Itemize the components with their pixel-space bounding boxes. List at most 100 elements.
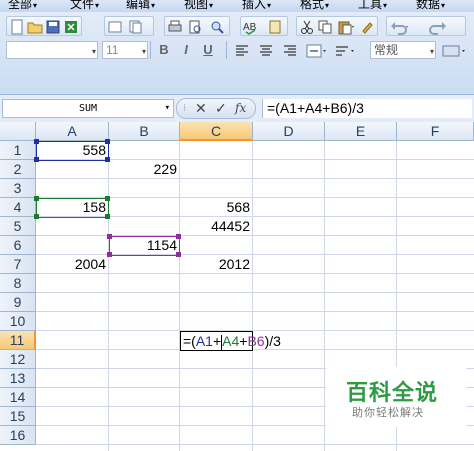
gridline-horizontal (36, 292, 474, 293)
menu-insert-label: 插入 (242, 0, 267, 11)
menu-file[interactable]: 文件▾ (70, 0, 99, 11)
name-box[interactable]: SUM ▾ (2, 99, 174, 118)
align-right-icon[interactable] (282, 43, 298, 59)
row-header-14[interactable]: 14 (0, 388, 36, 407)
formula-ref-a4: A4 (222, 333, 240, 349)
row-header-5[interactable]: 5 (0, 217, 36, 236)
row-header-16[interactable]: 16 (0, 426, 36, 445)
cell-c11-editor[interactable]: =(A1+A4+B6)/3 (180, 331, 281, 351)
mail-icon[interactable] (107, 19, 123, 35)
column-header-c[interactable]: C (180, 122, 253, 141)
menu-tools[interactable]: 工具▾ (358, 0, 387, 11)
formula-input[interactable]: =(A1+A4+B6)/3 (262, 99, 472, 118)
row-header-4[interactable]: 4 (0, 198, 36, 217)
underline-button[interactable]: U (198, 40, 218, 60)
find-icon[interactable] (209, 19, 225, 35)
insert-function-button[interactable]: fx (235, 100, 246, 117)
new-document-icon[interactable] (9, 19, 25, 35)
align-center-icon[interactable] (258, 43, 274, 59)
cell-b2[interactable]: 229 (109, 160, 180, 179)
copy-icon[interactable] (317, 19, 333, 35)
gridline-vertical (252, 141, 253, 451)
menu-file-label: 文件 (70, 0, 95, 11)
cell-c7[interactable]: 2012 (180, 255, 253, 274)
menu-format[interactable]: 格式▾ (300, 0, 329, 11)
cell-a1[interactable]: 558 (36, 141, 109, 160)
gridline-horizontal (36, 444, 474, 445)
menu-view[interactable]: 视图▾ (184, 0, 213, 11)
open-folder-icon[interactable] (27, 19, 43, 35)
gridline-vertical (324, 141, 325, 451)
column-header-a[interactable]: A (36, 122, 109, 141)
row-header-13[interactable]: 13 (0, 369, 36, 388)
cell-c5[interactable]: 44452 (180, 217, 253, 236)
standard-toolbar: AB (0, 14, 474, 40)
svg-text:AB: AB (243, 22, 257, 33)
mail-print-group (104, 16, 154, 36)
column-header-b[interactable]: B (109, 122, 180, 141)
cell-a4[interactable]: 158 (36, 198, 109, 217)
row-header-11[interactable]: 11 (0, 331, 36, 350)
menu-data[interactable]: 数据▾ (416, 0, 445, 11)
row-header-8[interactable]: 8 (0, 274, 36, 293)
currency-format-icon[interactable] (442, 43, 468, 59)
chevron-down-icon: ▾ (383, 1, 388, 10)
row-header-10[interactable]: 10 (0, 312, 36, 331)
row-header-15[interactable]: 15 (0, 407, 36, 426)
menu-format-label: 格式 (300, 0, 325, 11)
spelling-check-icon[interactable]: AB (243, 19, 263, 35)
cancel-formula-button[interactable]: ✕ (195, 100, 207, 117)
toolbar-separator (226, 41, 227, 59)
research-icon[interactable] (267, 19, 283, 35)
row-header-9[interactable]: 9 (0, 293, 36, 312)
row-header-2[interactable]: 2 (0, 160, 36, 179)
formula-ref-b6: B6 (247, 333, 265, 349)
select-all-corner[interactable] (0, 122, 36, 141)
font-name-combo[interactable]: ▾ (6, 41, 98, 59)
align-left-icon[interactable] (234, 43, 250, 59)
number-format-combo[interactable]: 常规 ▾ (370, 41, 436, 59)
cell-c4[interactable]: 568 (180, 198, 253, 217)
cell-b6[interactable]: 1154 (109, 236, 180, 255)
name-box-value: SUM (78, 103, 98, 114)
save-icon[interactable] (45, 19, 61, 35)
chevron-down-icon: ▾ (267, 1, 272, 10)
undo-icon[interactable] (389, 19, 411, 35)
row-header-12[interactable]: 12 (0, 350, 36, 369)
wrap-text-icon[interactable] (334, 43, 356, 59)
print-preview-icon[interactable] (187, 19, 203, 35)
chevron-down-icon: ▾ (141, 47, 146, 56)
watermark-logo: 百科全说 助你轻松解决 (326, 367, 466, 427)
enter-formula-button[interactable]: ✓ (215, 100, 227, 117)
row-header-1[interactable]: 1 (0, 141, 36, 160)
column-header-e[interactable]: E (325, 122, 397, 141)
excel-icon[interactable] (63, 19, 79, 35)
chevron-down-icon: ▾ (209, 1, 214, 10)
row-header-7[interactable]: 7 (0, 255, 36, 274)
menu-all[interactable]: 全部▾ (8, 0, 37, 11)
format-painter-icon[interactable] (359, 19, 375, 35)
merge-center-icon[interactable] (306, 43, 328, 59)
menu-edit[interactable]: 编辑▾ (126, 0, 155, 11)
bold-button[interactable]: B (154, 40, 174, 60)
cut-icon[interactable] (299, 19, 315, 35)
redo-icon[interactable] (427, 19, 449, 35)
formula-bar: SUM ▾ ⁝ ✕ ✓ fx =(A1+A4+B6)/3 (0, 94, 474, 124)
menu-insert[interactable]: 插入▾ (242, 0, 271, 11)
copy-doc-icon[interactable] (127, 19, 143, 35)
print-icon[interactable] (167, 19, 183, 35)
font-size-combo[interactable]: 11 ▾ (102, 41, 148, 59)
paste-icon[interactable] (337, 19, 355, 35)
file-button-group (6, 16, 82, 36)
italic-button[interactable]: I (176, 40, 196, 60)
menu-data-label: 数据 (416, 0, 441, 11)
row-header-3[interactable]: 3 (0, 179, 36, 198)
row-header-6[interactable]: 6 (0, 236, 36, 255)
column-header-f[interactable]: F (397, 122, 474, 141)
toolbar-separator (150, 41, 151, 59)
chevron-down-icon: ▾ (95, 1, 100, 10)
column-header-d[interactable]: D (253, 122, 325, 141)
number-format-value: 常规 (374, 43, 399, 57)
cell-a7[interactable]: 2004 (36, 255, 109, 274)
chevron-down-icon: ▾ (151, 1, 156, 10)
